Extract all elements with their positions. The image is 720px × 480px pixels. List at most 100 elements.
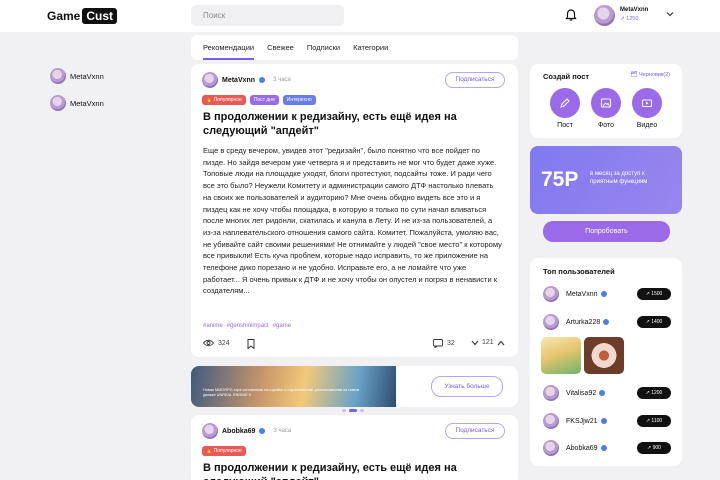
avatar [543, 314, 559, 330]
tag-popular[interactable]: 🔥 Популярное [202, 95, 246, 105]
sidebar-subscription[interactable]: MetaVxnn [50, 95, 104, 111]
eye-icon [203, 339, 214, 347]
sidebar-item-label: MetaVxnn [70, 98, 104, 108]
sidebar-item-label: MetaVxnn [70, 71, 104, 81]
top-user-score: ↗ 1200 [637, 387, 671, 399]
drafts-link[interactable]: 🗂 Черновик(2) [630, 72, 670, 78]
subscription-promo: 75Р в месяц за доступ к приятным функция… [530, 146, 682, 214]
post-time: 3 часа [273, 77, 291, 83]
chevron-down-icon[interactable] [471, 340, 479, 346]
subscribe-button[interactable]: Подписаться [445, 72, 505, 88]
carousel-dot[interactable] [342, 409, 346, 412]
avatar [50, 95, 66, 111]
verified-icon [599, 390, 606, 396]
top-user-row[interactable]: FKSJjw21 ↗ 1100 [543, 413, 671, 429]
views-counter: 324 [203, 339, 230, 347]
post-header: MetaVxnn 3 часа [202, 72, 291, 88]
post-header: Abobka69 3 часа [202, 423, 291, 439]
carousel-dot-active[interactable] [349, 409, 357, 412]
carousel-dots [342, 409, 364, 412]
comments-button[interactable]: 32 [433, 339, 455, 348]
create-post-panel: Создай пост 🗂 Черновик(2) Пост Фото Виде… [530, 64, 682, 138]
banner-image[interactable] [191, 366, 396, 407]
user-rating: ↗ 1250 [620, 16, 639, 22]
carousel-dot[interactable] [360, 409, 364, 412]
tag-post-of-day[interactable]: Пост дня [249, 95, 279, 105]
create-post-button[interactable]: Пост [550, 88, 580, 129]
post-tags: 🔥 Популярное [202, 446, 246, 456]
feed-tabs: Рекомендации Свежее Подписки Категории [191, 35, 518, 60]
promo-price: 75Р [541, 168, 579, 191]
top-user-row[interactable]: Arturka228 ↗ 1400 [543, 314, 671, 330]
banner-text: Новая MMORPG игра основанная на стройке … [203, 388, 360, 397]
top-header: Game Cust Поиск MetaVxnn ↗ 1250 [0, 0, 720, 32]
chevron-up-icon[interactable] [497, 340, 505, 346]
top-users-title: Топ пользователей [543, 267, 615, 276]
hashtag[interactable]: #genshinimpact [227, 323, 269, 329]
tab-categories[interactable]: Категории [353, 35, 388, 60]
verified-icon [600, 418, 607, 424]
comment-icon [433, 339, 443, 348]
create-photo-button[interactable]: Фото [591, 88, 621, 129]
verified-icon [259, 77, 266, 83]
promo-text: в месяц за доступ к приятным функциям [590, 171, 648, 185]
create-video-label: Видео [636, 122, 658, 129]
user-thumbnail[interactable] [584, 337, 624, 374]
search-input[interactable]: Поиск [191, 5, 344, 26]
top-user-score: ↗ 1500 [637, 288, 671, 300]
top-user-row[interactable]: Abobka69 ↗ 900 [543, 440, 671, 456]
vote-control: 121 [471, 339, 505, 346]
logo[interactable]: Game Cust [47, 8, 118, 24]
logo-text: Game [47, 9, 81, 23]
tab-fresh[interactable]: Свежее [267, 35, 294, 60]
hashtag[interactable]: #anime [203, 323, 223, 329]
tab-recommendations[interactable]: Рекомендации [203, 35, 255, 60]
learn-more-button[interactable]: Узнать больше [431, 376, 503, 397]
top-user-row[interactable]: MetaVxnn ↗ 1500 [543, 286, 671, 302]
bookmark-icon[interactable] [247, 339, 255, 349]
top-user-row[interactable]: Vitalisa92 ↗ 1200 [543, 385, 671, 401]
verified-icon [259, 428, 266, 434]
user-thumbnail[interactable] [541, 337, 581, 374]
post-card: Abobka69 3 часа Подписаться 🔥 Популярное… [191, 415, 518, 480]
sidebar-subscription[interactable]: MetaVxnn [50, 68, 104, 84]
top-users-panel: Топ пользователей MetaVxnn ↗ 1500 Arturk… [530, 258, 682, 466]
avatar [543, 286, 559, 302]
top-user-score: ↗ 900 [637, 442, 671, 454]
post-author[interactable]: Abobka69 [222, 428, 255, 435]
post-footer: 324 32 121 [203, 339, 505, 349]
verified-icon [600, 291, 607, 297]
hashtag[interactable]: #game [273, 323, 291, 329]
post-author[interactable]: MetaVxnn [222, 77, 255, 84]
views-count: 324 [218, 339, 230, 347]
post-title[interactable]: В продолжении к редизайну, есть ещё идея… [203, 110, 463, 138]
tab-subscriptions[interactable]: Подписки [307, 35, 340, 60]
verified-icon [600, 445, 607, 451]
post-time: 3 часа [273, 428, 292, 434]
post-body: Еще в среду вечером, увидев этот "редиза… [203, 146, 502, 296]
tag-popular[interactable]: 🔥 Популярное [202, 446, 246, 456]
top-user-name: FKSJjw21 [566, 417, 598, 425]
create-post-title: Создай пост [543, 72, 590, 81]
create-post-label: Пост [557, 122, 573, 129]
post-title[interactable]: В продолжении к редизайну, есть ещё идея… [203, 461, 463, 480]
logo-box: Cust [82, 8, 118, 24]
user-thumbnails [541, 337, 624, 374]
user-name: MetaVxnn [620, 7, 649, 13]
avatar[interactable] [202, 72, 218, 88]
bell-icon[interactable] [564, 8, 578, 22]
top-user-name: MetaVxnn [566, 290, 598, 298]
chevron-down-icon[interactable] [665, 9, 675, 19]
try-button[interactable]: Попробовать [543, 221, 670, 242]
avatar[interactable] [202, 423, 218, 439]
tag-interesting[interactable]: Интересно [282, 95, 316, 105]
avatar [543, 440, 559, 456]
avatar [543, 413, 559, 429]
top-user-name: Abobka69 [566, 444, 598, 452]
post-hashtags: #anime #genshinimpact #game [203, 323, 291, 329]
comments-count: 32 [447, 340, 455, 347]
create-photo-label: Фото [597, 122, 615, 129]
user-avatar[interactable] [594, 5, 615, 26]
subscribe-button[interactable]: Подписаться [445, 423, 505, 439]
create-video-button[interactable]: Видео [632, 88, 662, 129]
